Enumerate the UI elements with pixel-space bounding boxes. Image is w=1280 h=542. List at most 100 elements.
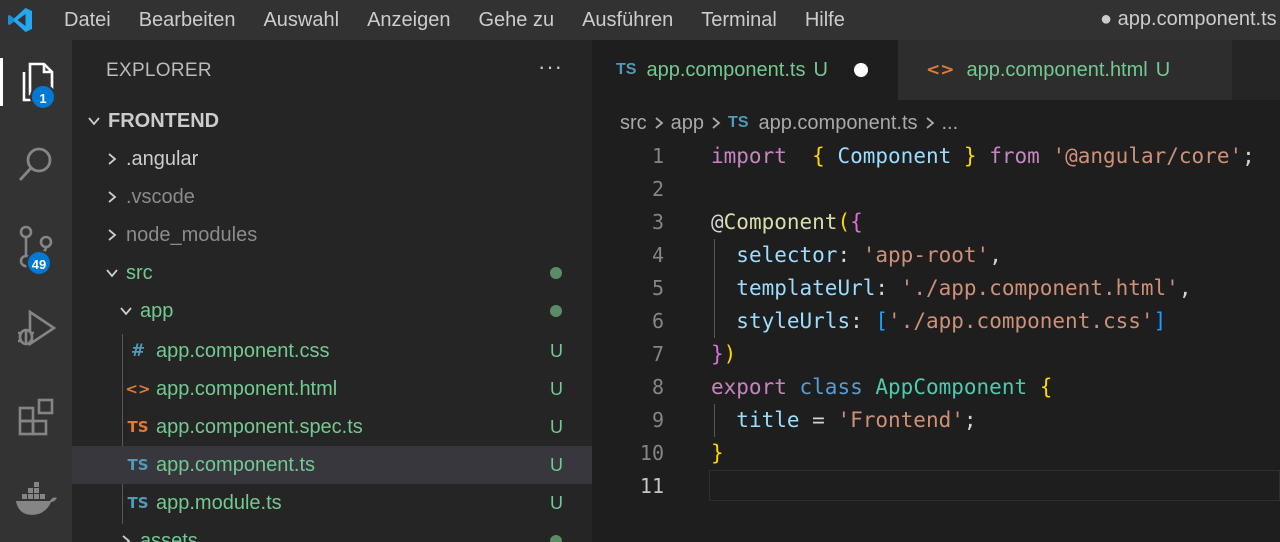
code-token: ] <box>1153 309 1167 333</box>
tree-item-label: .vscode <box>126 185 195 208</box>
explorer-title: EXPLORER <box>106 60 212 81</box>
code-line[interactable]: 8 export class AppComponent { <box>592 371 1280 404</box>
tree-folder-assets[interactable]: assets <box>72 522 592 542</box>
git-status-u: U <box>550 341 563 361</box>
chevron-down-icon <box>84 114 104 128</box>
menu-gehe-zu[interactable]: Gehe zu <box>464 0 568 40</box>
explorer-badge: 1 <box>30 84 56 110</box>
git-status-u: U <box>550 455 563 475</box>
tree-file-app-component-ts[interactable]: TS app.component.ts U <box>72 446 592 484</box>
tree-root-label: FRONTEND <box>108 109 220 132</box>
tree-file-app-component-html[interactable]: <> app.component.html U <box>72 370 592 408</box>
code-token: 'Frontend' <box>837 408 964 432</box>
code-line[interactable]: 5 templateUrl: './app.component.html', <box>592 272 1280 305</box>
line-number: 4 <box>651 243 664 267</box>
code-token: { <box>1039 375 1053 399</box>
line-number: 1 <box>651 144 664 168</box>
activity-explorer[interactable]: 1 <box>0 52 72 112</box>
code-line[interactable]: 3 @Component({ <box>592 206 1280 239</box>
window-title: ● app.component.ts <box>1100 8 1277 30</box>
line-number: 11 <box>639 474 664 498</box>
code-token: , <box>989 243 1002 267</box>
activity-run-debug[interactable] <box>0 298 72 358</box>
tree-folder-angular[interactable]: .angular <box>72 140 592 178</box>
ts-file-icon: TS <box>616 61 637 78</box>
unsaved-dot-icon[interactable] <box>853 63 868 77</box>
activity-bar: 1 49 <box>0 40 72 542</box>
tree-file-app-component-css[interactable]: # app.component.css U <box>72 332 592 370</box>
code-token: './app.component.css' <box>888 309 1154 333</box>
tree-folder-src[interactable]: src <box>72 254 592 292</box>
tree-file-app-component-spec-ts[interactable]: TS app.component.spec.ts U <box>72 408 592 446</box>
git-status-u: U <box>550 493 563 513</box>
tab-app-component-ts[interactable]: TS app.component.ts U <box>592 40 898 100</box>
menu-ausfuehren[interactable]: Ausführen <box>568 0 687 40</box>
explorer-sidebar: EXPLORER ··· FRONTEND .angular .vscode n… <box>72 40 592 542</box>
tab-app-component-html[interactable]: <> app.component.html U <box>898 40 1232 100</box>
line-number: 3 <box>651 210 664 234</box>
code-token: class <box>799 375 863 399</box>
tree-item-label: app <box>140 299 174 322</box>
vscode-logo-icon[interactable] <box>0 0 40 40</box>
breadcrumb-app[interactable]: app <box>671 112 704 135</box>
code-token: Component <box>723 210 838 234</box>
breadcrumb-symbols[interactable]: ... <box>942 112 959 135</box>
activity-source-control[interactable]: 49 <box>0 216 72 276</box>
tree-item-label: app.module.ts <box>156 491 282 514</box>
tab-git-status: U <box>813 58 828 81</box>
code-token: ; <box>963 408 977 432</box>
breadcrumb: src app TS app.component.ts ... <box>620 104 958 142</box>
menu-bearbeiten[interactable]: Bearbeiten <box>125 0 250 40</box>
menu-datei[interactable]: Datei <box>50 0 125 40</box>
code-line[interactable]: 9 title = 'Frontend'; <box>592 404 1280 437</box>
code-line[interactable]: 11 <box>592 470 1280 503</box>
menu-terminal[interactable]: Terminal <box>687 0 791 40</box>
code-token: ; <box>1242 144 1255 168</box>
menu-auswahl[interactable]: Auswahl <box>249 0 353 40</box>
tree-root-frontend[interactable]: FRONTEND <box>72 102 592 140</box>
code-line[interactable]: 7}) <box>592 338 1280 371</box>
code-line[interactable]: 4 selector: 'app-root', <box>592 239 1280 272</box>
html-file-icon: <> <box>125 380 151 398</box>
activity-extensions[interactable] <box>0 388 72 448</box>
code-token: } <box>711 441 724 465</box>
docker-icon <box>16 482 57 515</box>
tree-folder-app[interactable]: app <box>72 292 592 330</box>
activity-docker[interactable] <box>0 470 72 530</box>
breadcrumb-file[interactable]: app.component.ts <box>759 112 918 135</box>
indent-guide <box>714 404 715 437</box>
tree-folder-vscode[interactable]: .vscode <box>72 178 592 216</box>
code-token: ) <box>723 342 737 366</box>
ts-file-icon: TS <box>127 494 149 512</box>
tree-folder-node-modules[interactable]: node_modules <box>72 216 592 254</box>
menu-anzeigen[interactable]: Anzeigen <box>353 0 464 40</box>
tree-file-app-module-ts[interactable]: TS app.module.ts U <box>72 484 592 522</box>
more-actions-button[interactable]: ··· <box>538 54 563 80</box>
line-number: 10 <box>639 441 664 465</box>
code-line[interactable]: 6 styleUrls: ['./app.component.css'] <box>592 305 1280 338</box>
tab-git-status: U <box>1155 58 1171 81</box>
code-token: from <box>989 144 1040 168</box>
chevron-down-icon <box>116 304 136 318</box>
code-line[interactable]: 2 <box>592 173 1280 206</box>
code-editor[interactable]: 1 import { Component } from '@angular/cor… <box>592 140 1280 542</box>
code-line[interactable]: 1 import { Component } from '@angular/cor… <box>592 140 1280 173</box>
line-number: 7 <box>651 342 664 366</box>
code-token: [ <box>875 309 889 333</box>
code-line[interactable]: 10} <box>592 437 1280 470</box>
tree-item-label: .angular <box>126 147 199 170</box>
chevron-right-icon <box>102 190 122 204</box>
activity-search[interactable] <box>0 134 72 194</box>
line-number: 9 <box>651 408 664 432</box>
line-number: 5 <box>651 276 664 300</box>
code-token: styleUrls <box>736 309 851 333</box>
menu-hilfe[interactable]: Hilfe <box>791 0 859 40</box>
breadcrumb-src[interactable]: src <box>620 112 647 135</box>
code-token: @ <box>711 210 724 234</box>
